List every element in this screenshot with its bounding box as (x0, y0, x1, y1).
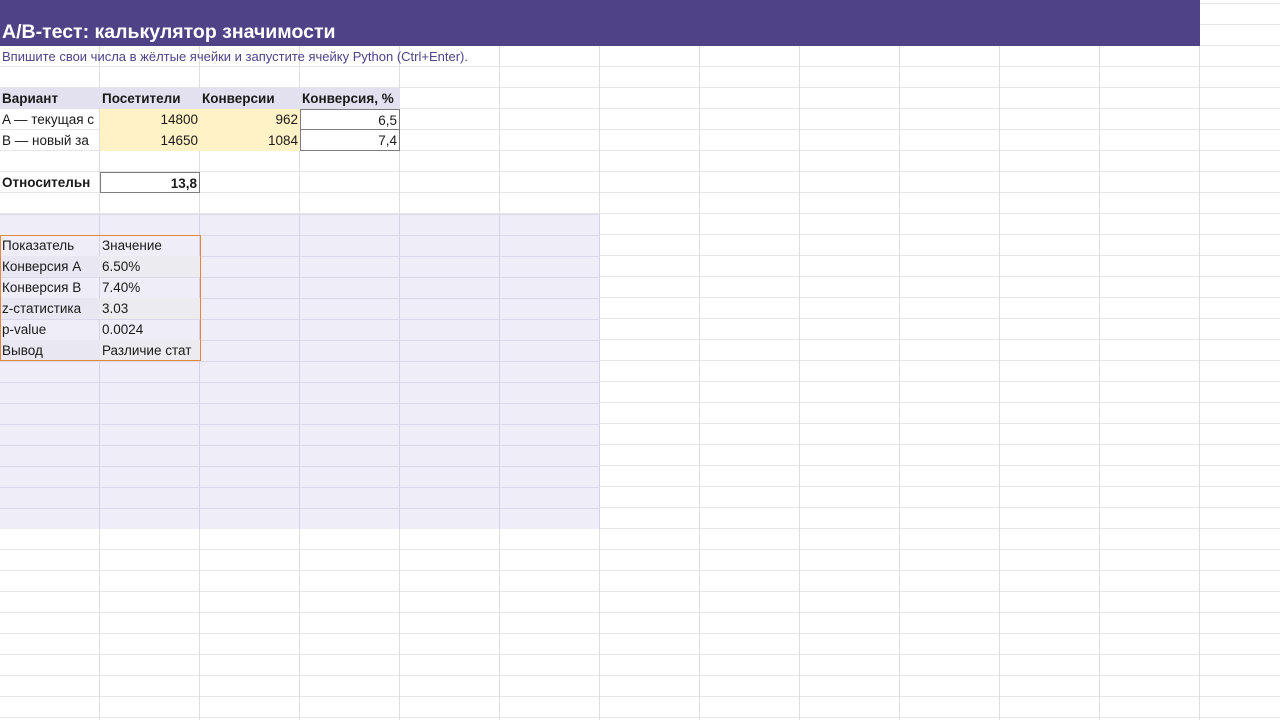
variant-b-label[interactable]: B — новый за (0, 130, 100, 151)
variant-a-rate[interactable]: 6,5 (300, 109, 400, 130)
python-output-selection-border (0, 235, 201, 361)
header-visitors[interactable]: Посетители (100, 88, 200, 109)
relative-uplift-label[interactable]: Относительн (0, 172, 100, 193)
instructions-text[interactable]: Впишите свои числа в жёлтые ячейки и зап… (0, 46, 700, 67)
variant-b-visitors-input[interactable]: 14650 (100, 130, 200, 151)
relative-uplift-value[interactable]: 13,8 (100, 172, 200, 193)
variant-b-rate[interactable]: 7,4 (300, 130, 400, 151)
variant-b-conversions-input[interactable]: 1084 (200, 130, 300, 151)
variant-a-visitors-input[interactable]: 14800 (100, 109, 200, 130)
header-conversions[interactable]: Конверсии (200, 88, 300, 109)
variant-a-label[interactable]: A — текущая с (0, 109, 100, 130)
variant-a-conversions-input[interactable]: 962 (200, 109, 300, 130)
header-variant[interactable]: Вариант (0, 88, 100, 109)
header-conversion-rate[interactable]: Конверсия, % (300, 88, 400, 109)
sheet-title: A/B-тест: калькулятор значимости (0, 0, 1200, 46)
